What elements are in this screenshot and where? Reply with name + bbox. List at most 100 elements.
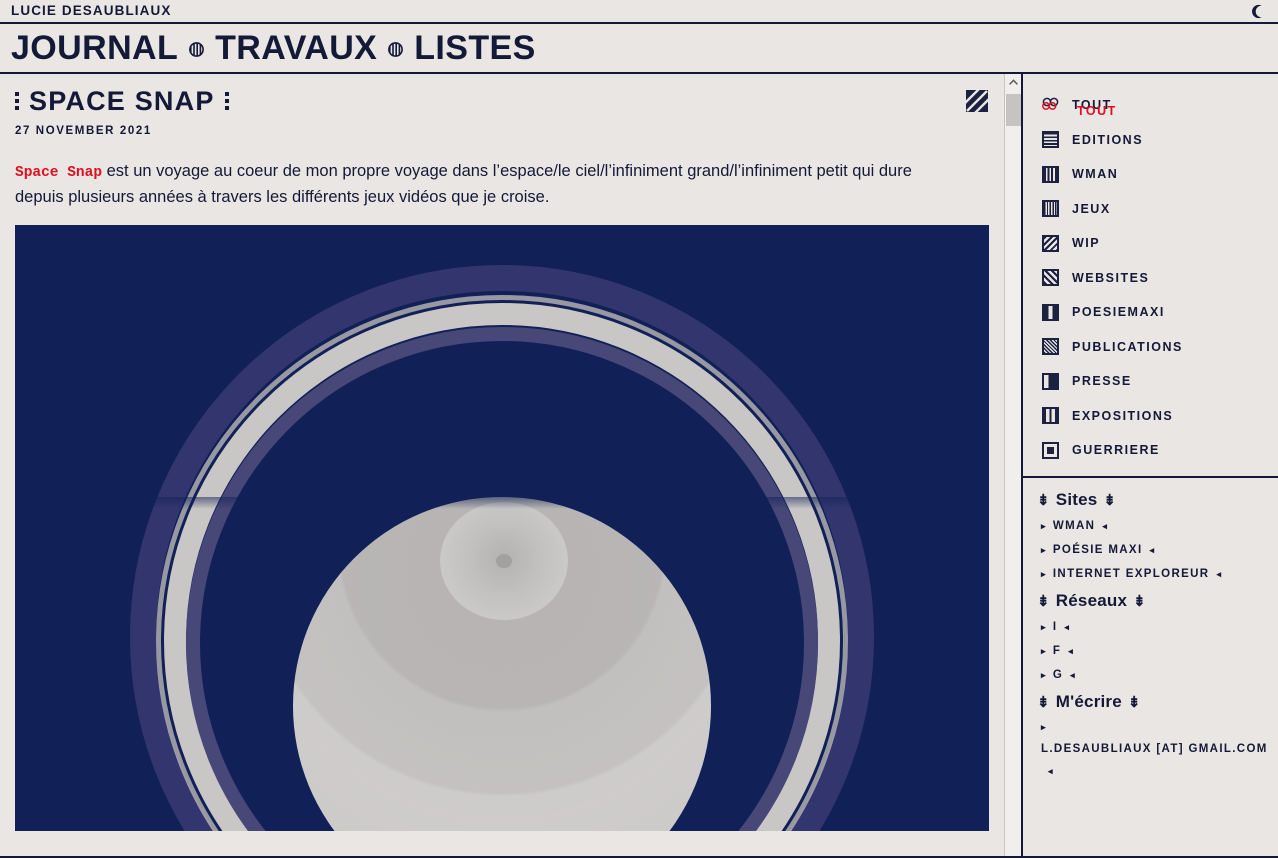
sidebar-item-wip-label: WIP (1072, 236, 1101, 251)
anchor-mark-icon-2: ⇟ (1103, 491, 1117, 509)
nav-item-journal-label: JOURNAL (11, 29, 179, 67)
vertical-dots-icon-right (224, 91, 229, 112)
end-mark-icon-2: ◂ (1149, 544, 1156, 555)
link-github[interactable]: ▸ G ◂ (1037, 663, 1278, 687)
nav-item-journal[interactable]: JOURNAL JOURNAL (5, 29, 179, 72)
link-github-label: G (1052, 668, 1064, 681)
page-title: SPACE SNAP (29, 86, 215, 116)
links-heading-reseaux: ⇟ Réseaux ⇟ (1037, 591, 1278, 611)
bullet-icon-6: ▸ (1041, 669, 1047, 680)
anchor-mark-icon-4: ⇟ (1133, 592, 1146, 610)
link-instagram-label: I (1052, 620, 1058, 633)
sidebar-item-expositions-label: EXPOSITIONS (1072, 408, 1174, 423)
sidebar-item-presse-label: PRESSE (1072, 374, 1132, 389)
sidebar-item-expositions[interactable]: EXPOSITIONS (1023, 399, 1278, 434)
end-mark-icon-3: ◂ (1216, 568, 1223, 579)
link-wman[interactable]: ▸ WMAN ◂ (1037, 514, 1278, 538)
websites-icon[interactable] (961, 85, 993, 117)
sidebar-item-publications-label: PUBLICATIONS (1072, 339, 1183, 354)
sidebar-item-wip[interactable]: WIP (1023, 226, 1278, 261)
striped-circle-icon (189, 41, 205, 57)
sidebar-item-presse[interactable]: PRESSE (1023, 364, 1278, 399)
sidebar-item-publications[interactable]: PUBLICATIONS (1023, 330, 1278, 365)
links-heading-mecrire-label: M'écrire (1055, 691, 1122, 711)
main-column: SPACE SNAP 27 NOVEMBER 2021 Space Snap e… (0, 74, 1023, 858)
end-mark-icon-6: ◂ (1070, 669, 1077, 680)
nav-list: JOURNAL JOURNAL TRAVAUX LISTES (5, 29, 536, 72)
link-instagram[interactable]: ▸ I ◂ (1037, 615, 1278, 639)
sidebar-links: ⇟ Sites ⇟ ▸ WMAN ◂ ▸ POÉSIE MAXI ◂ ▸ INT… (1023, 478, 1278, 858)
link-wman-label: WMAN (1052, 519, 1096, 532)
diagonal-stripes-right-icon (1042, 269, 1059, 287)
vertical-dots-icon-left (15, 91, 19, 112)
nav-item-listes[interactable]: LISTES (414, 31, 535, 65)
horizontal-lines-icon (1042, 131, 1059, 149)
striped-circle-icon-2 (388, 41, 404, 57)
bullet-icon-4: ▸ (1041, 621, 1047, 632)
body-row: SPACE SNAP 27 NOVEMBER 2021 Space Snap e… (0, 74, 1278, 858)
sidebar-item-tout-label: TOUT (1072, 98, 1117, 118)
link-internet-exploreur-label: INTERNET EXPLOREUR (1052, 567, 1210, 580)
sidebar-item-wman-label: WMAN (1072, 167, 1119, 182)
sidebar-item-editions[interactable]: EDITIONS (1023, 123, 1278, 158)
bullet-icon: ▸ (1041, 520, 1047, 531)
link-internet-exploreur[interactable]: ▸ INTERNET EXPLOREUR ◂ (1037, 562, 1278, 586)
two-columns-icon (1042, 407, 1059, 425)
top-bar: LUCIE DESAUBLIAUX (0, 0, 1278, 24)
diagonal-stripes-left-icon (1042, 234, 1059, 252)
sidebar: TOUT EDITIONS WMAN JEUX WIP (1023, 74, 1278, 858)
infinity-icon (1042, 97, 1061, 114)
bullet-icon-7: ▸ (1041, 721, 1047, 732)
article-header: SPACE SNAP (15, 85, 993, 117)
article-date: 27 NOVEMBER 2021 (15, 125, 152, 137)
planet-horizon-shade (15, 497, 989, 831)
sidebar-item-poesiemaxi-label: POESIEMAXI (1072, 305, 1165, 320)
bullet-icon-5: ▸ (1041, 645, 1047, 656)
nav-item-travaux[interactable]: TRAVAUX (215, 31, 377, 65)
link-email[interactable]: ▸ L.DESAUBLIAUX [AT] GMAIL.COM ◂ (1037, 716, 1278, 782)
chevron-up-icon[interactable] (1005, 74, 1021, 91)
link-facebook[interactable]: ▸ F ◂ (1037, 639, 1278, 663)
moon-glyph (1251, 4, 1262, 18)
sidebar-item-websites[interactable]: WEBSITES (1023, 261, 1278, 296)
anchor-mark-icon-3: ⇟ (1037, 592, 1050, 610)
link-poesie-maxi[interactable]: ▸ POÉSIE MAXI ◂ (1037, 538, 1278, 562)
sidebar-item-tout[interactable]: TOUT (1023, 88, 1278, 123)
nav-item-listes-label: LISTES (414, 29, 536, 67)
vertical-bars-icon (1042, 165, 1059, 183)
nav-item-travaux-label: TRAVAUX (215, 29, 378, 67)
moon-icon[interactable] (1246, 0, 1268, 22)
article-body-highlight: Space Snap (15, 165, 103, 181)
sidebar-item-jeux[interactable]: JEUX (1023, 192, 1278, 227)
links-heading-mecrire: ⇟ M'écrire ⇟ (1037, 692, 1278, 712)
end-mark-icon-7: ◂ (1048, 765, 1054, 776)
link-poesie-maxi-label: POÉSIE MAXI (1052, 543, 1143, 556)
end-mark-icon-5: ◂ (1068, 645, 1075, 656)
bullet-icon-2: ▸ (1041, 544, 1047, 555)
grid-icon (1042, 200, 1059, 218)
main-nav: JOURNAL JOURNAL TRAVAUX LISTES (0, 24, 1278, 74)
sidebar-item-editions-label: EDITIONS (1072, 132, 1144, 147)
anchor-mark-icon-6: ⇟ (1127, 693, 1141, 711)
article-body-text: est un voyage au coeur de mon propre voy… (15, 162, 912, 206)
sidebar-category-list: TOUT EDITIONS WMAN JEUX WIP (1023, 74, 1278, 478)
link-email-label: L.DESAUBLIAUX [AT] GMAIL.COM (1041, 742, 1268, 755)
article-body: Space Snap est un voyage au coeur de mon… (15, 159, 945, 209)
sidebar-item-wman[interactable]: WMAN (1023, 157, 1278, 192)
filled-square-icon (1042, 441, 1059, 459)
links-heading-sites-label: Sites (1055, 489, 1098, 509)
end-mark-icon: ◂ (1102, 520, 1109, 531)
sidebar-item-guerriere[interactable]: GUERRIERE (1023, 433, 1278, 468)
article-scroll-region: SPACE SNAP 27 NOVEMBER 2021 Space Snap e… (0, 74, 1004, 858)
links-heading-reseaux-label: Réseaux (1055, 590, 1128, 610)
split-thirds-icon (1042, 303, 1059, 321)
end-mark-icon-4: ◂ (1064, 621, 1071, 632)
links-heading-sites: ⇟ Sites ⇟ (1037, 490, 1278, 510)
scrollbar-thumb[interactable] (1006, 94, 1021, 126)
site-author-name: LUCIE DESAUBLIAUX (11, 3, 172, 19)
article: SPACE SNAP 27 NOVEMBER 2021 Space Snap e… (0, 74, 1004, 831)
sidebar-item-poesiemaxi[interactable]: POESIEMAXI (1023, 295, 1278, 330)
vertical-scrollbar[interactable] (1004, 74, 1021, 858)
link-facebook-label: F (1052, 644, 1062, 657)
article-title-wrap: SPACE SNAP (15, 88, 229, 115)
